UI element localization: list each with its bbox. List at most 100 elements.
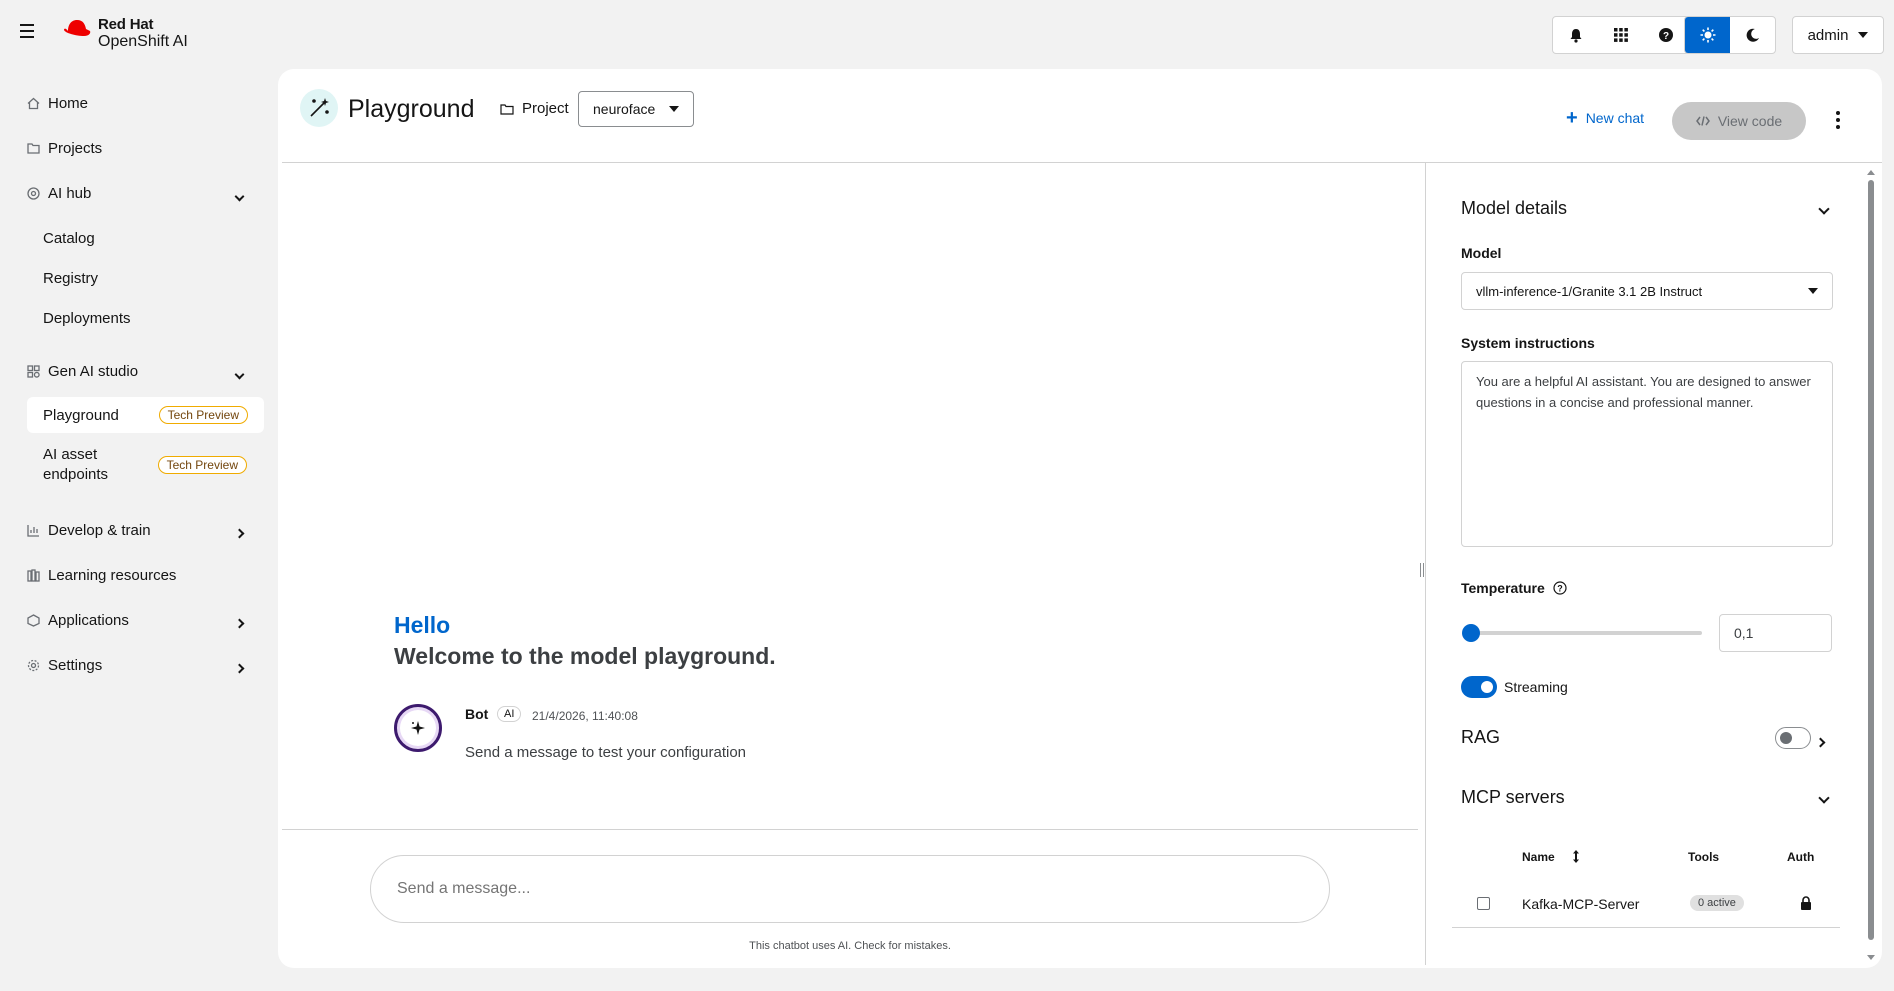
model-details-collapse-chevron-icon[interactable] bbox=[1818, 200, 1830, 216]
mcp-row-checkbox[interactable] bbox=[1477, 897, 1490, 910]
code-icon bbox=[1695, 116, 1710, 126]
new-chat-button[interactable]: + New chat bbox=[1566, 107, 1645, 129]
bot-avatar bbox=[394, 704, 442, 752]
mcp-col-name: Name bbox=[1522, 850, 1555, 864]
hamburger-menu-icon[interactable] bbox=[20, 24, 40, 44]
system-instructions-label: System instructions bbox=[1461, 335, 1595, 351]
composer-divider bbox=[282, 829, 1418, 830]
ai-label-badge: AI bbox=[497, 706, 522, 722]
mcp-col-tools: Tools bbox=[1688, 850, 1720, 864]
view-code-button[interactable]: View code bbox=[1672, 102, 1806, 140]
dark-theme-moon-icon[interactable] bbox=[1730, 17, 1775, 53]
sidebar-item-gen-ai-studio[interactable]: Gen AI studio bbox=[26, 353, 264, 389]
brand-line2: OpenShift AI bbox=[98, 33, 188, 50]
temperature-slider-thumb[interactable] bbox=[1462, 624, 1480, 642]
new-chat-label: New chat bbox=[1585, 110, 1645, 126]
project-label-text: Project bbox=[522, 100, 569, 117]
sidebar-label-settings: Settings bbox=[48, 656, 103, 674]
sidebar-label-ai-asset: AI asset bbox=[43, 446, 98, 463]
develop-icon bbox=[26, 523, 40, 537]
rag-title: RAG bbox=[1461, 727, 1501, 747]
plus-icon: + bbox=[1566, 107, 1578, 129]
notifications-bell-icon[interactable] bbox=[1553, 17, 1598, 53]
app-launcher-grid-icon[interactable] bbox=[1598, 17, 1643, 53]
sidebar-label-catalog: Catalog bbox=[43, 229, 95, 247]
sidebar-label-deployments: Deployments bbox=[43, 309, 131, 327]
caret-down-icon bbox=[1858, 32, 1869, 38]
help-icon[interactable]: ? bbox=[1643, 17, 1688, 53]
sidebar-label-projects: Projects bbox=[48, 139, 103, 157]
chevron-right-icon bbox=[234, 614, 248, 629]
mcp-col-auth: Auth bbox=[1787, 850, 1815, 864]
sidebar-item-registry[interactable]: Registry bbox=[43, 260, 263, 296]
sidebar-label-registry: Registry bbox=[43, 269, 99, 287]
sidebar-item-ai-hub[interactable]: AI hub bbox=[26, 175, 264, 211]
sidebar-label-develop-train: Develop & train bbox=[48, 521, 151, 539]
sidebar-item-deployments[interactable]: Deployments bbox=[43, 300, 263, 336]
system-instructions-textarea[interactable]: You are a helpful AI assistant. You are … bbox=[1461, 361, 1833, 547]
book-icon bbox=[26, 568, 40, 582]
sort-icon[interactable] bbox=[1572, 850, 1580, 866]
sidebar-item-catalog[interactable]: Catalog bbox=[43, 220, 263, 256]
user-menu-button[interactable]: admin bbox=[1792, 16, 1884, 54]
sidebar-item-playground[interactable]: Playground Tech Preview bbox=[27, 397, 264, 433]
model-select[interactable]: vllm-inference-1/Granite 3.1 2B Instruct bbox=[1461, 272, 1833, 310]
light-theme-sun-icon[interactable] bbox=[1685, 17, 1730, 53]
view-code-label: View code bbox=[1717, 113, 1783, 129]
applications-icon bbox=[26, 613, 40, 627]
sparkle-icon bbox=[411, 721, 425, 735]
sidebar-item-projects[interactable]: Projects bbox=[26, 130, 264, 166]
gear-icon bbox=[26, 658, 40, 672]
lock-icon bbox=[1800, 896, 1812, 913]
temperature-label-text: Temperature bbox=[1461, 580, 1545, 596]
folder-icon bbox=[26, 141, 40, 155]
temperature-label: Temperature ? bbox=[1461, 580, 1567, 596]
masthead: Red Hat OpenShift AI ? admin bbox=[0, 0, 1894, 68]
project-select[interactable]: neuroface bbox=[578, 91, 694, 127]
temperature-slider-track[interactable] bbox=[1470, 631, 1702, 635]
message-timestamp: 21/4/2026, 11:40:08 bbox=[532, 709, 638, 723]
help-circle-icon: ? bbox=[1553, 581, 1567, 595]
model-details-title: Model details bbox=[1461, 198, 1568, 218]
sidebar-item-develop-train[interactable]: Develop & train bbox=[26, 512, 264, 548]
sidebar-label-gen-ai-studio: Gen AI studio bbox=[48, 362, 139, 380]
model-select-value: vllm-inference-1/Granite 3.1 2B Instruct bbox=[1476, 283, 1703, 299]
mcp-collapse-chevron-icon[interactable] bbox=[1818, 789, 1830, 805]
temperature-input[interactable]: 0,1 bbox=[1719, 614, 1832, 652]
kebab-menu-icon[interactable] bbox=[1834, 111, 1842, 131]
svg-text:?: ? bbox=[1557, 584, 1563, 594]
chevron-right-icon bbox=[234, 524, 248, 539]
panel-scrollbar[interactable] bbox=[1867, 170, 1875, 960]
masthead-toolbar: ? bbox=[1552, 16, 1689, 54]
hub-icon bbox=[26, 186, 40, 200]
streaming-toggle[interactable] bbox=[1461, 676, 1497, 698]
tech-preview-badge: Tech Preview bbox=[158, 406, 248, 424]
bot-message: Send a message to test your configuratio… bbox=[465, 744, 747, 761]
header-divider bbox=[282, 162, 1882, 163]
page-title: Playground bbox=[348, 95, 475, 123]
sidebar-item-learning-resources[interactable]: Learning resources bbox=[26, 557, 264, 593]
brand-logo[interactable]: Red Hat OpenShift AI bbox=[62, 16, 188, 50]
sidebar-item-settings[interactable]: Settings bbox=[26, 647, 264, 683]
ai-disclaimer: This chatbot uses AI. Check for mistakes… bbox=[749, 940, 951, 952]
sidebar-item-home[interactable]: Home bbox=[26, 85, 264, 121]
folder-icon bbox=[500, 103, 514, 115]
sidebar-label-applications: Applications bbox=[48, 611, 129, 629]
mcp-tools-badge: 0 active bbox=[1690, 895, 1744, 911]
mcp-servers-title: MCP servers bbox=[1461, 787, 1565, 807]
bot-name: Bot bbox=[465, 706, 489, 722]
sidebar-label-ai-hub: AI hub bbox=[48, 184, 92, 202]
message-input[interactable] bbox=[370, 855, 1330, 923]
rag-toggle[interactable] bbox=[1775, 727, 1811, 749]
sidebar-item-applications[interactable]: Applications bbox=[26, 602, 264, 638]
chat-hello-heading: Hello bbox=[394, 612, 451, 638]
project-select-value: neuroface bbox=[593, 101, 656, 117]
sidebar-item-ai-asset-endpoints[interactable]: AI asset endpoints Tech Preview bbox=[43, 440, 263, 490]
project-label: Project bbox=[500, 100, 569, 117]
red-hat-logo-icon bbox=[64, 20, 91, 36]
panel-resize-handle[interactable] bbox=[1418, 163, 1426, 965]
streaming-label: Streaming bbox=[1504, 679, 1568, 695]
caret-down-icon bbox=[669, 106, 679, 112]
svg-text:?: ? bbox=[1662, 31, 1668, 42]
rag-expand-chevron-icon[interactable] bbox=[1815, 733, 1826, 749]
